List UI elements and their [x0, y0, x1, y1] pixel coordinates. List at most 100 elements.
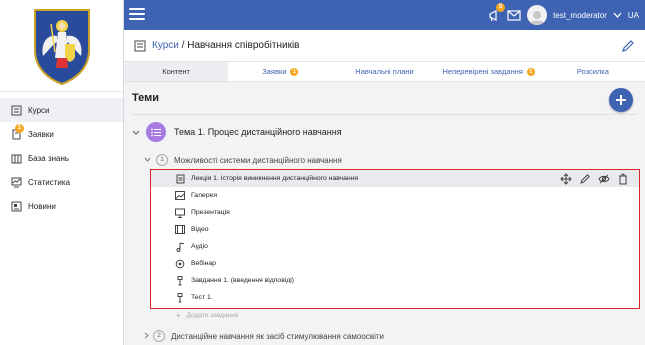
tab-label: Контент [162, 67, 190, 76]
tab-badge: 1 [290, 67, 299, 76]
hide-icon[interactable] [597, 172, 610, 185]
edit-icon[interactable] [578, 172, 591, 185]
list-item[interactable]: Вебінар [151, 255, 639, 272]
notifications-button[interactable]: 5 [487, 3, 506, 22]
lesson-label: Аудіо [191, 243, 208, 250]
mail-icon[interactable] [507, 9, 521, 21]
list-item[interactable]: Відео [151, 221, 639, 238]
sidebar-item-label: База знань [28, 153, 70, 163]
sidebar-item-label: Заявки [28, 129, 54, 139]
tab-label: Розсилка [576, 67, 609, 76]
list-item[interactable]: Тест 1. [151, 289, 639, 306]
list-item[interactable]: Аудіо [151, 238, 639, 255]
sidebar-item-statistics[interactable]: Статистика [0, 170, 123, 194]
lesson-label: Вебінар [191, 260, 216, 267]
topbar-user-area: 5 test_moderator UA [481, 0, 639, 30]
move-icon[interactable] [559, 172, 572, 185]
menu-icon[interactable] [128, 5, 146, 23]
statistics-icon [10, 176, 22, 188]
webinar-icon [175, 259, 185, 269]
tab-badge: 1 [526, 67, 535, 76]
tab-study-plans[interactable]: Навчальні плани [332, 62, 436, 81]
sidebar-item-label: Статистика [28, 177, 71, 187]
lessons-list: Лекція 1. Історія виникнення дистанційно… [150, 169, 640, 309]
user-icon [529, 11, 546, 25]
courses-icon [10, 104, 22, 116]
tab-label: Заявки [262, 67, 287, 76]
sidebar-item-requests[interactable]: 1 Заявки [0, 122, 123, 146]
sidebar: Курси 1 Заявки База знань Статистика Нов… [0, 0, 124, 345]
module-number: 2 [153, 330, 165, 342]
list-item[interactable]: Галерея [151, 187, 639, 204]
add-task-button[interactable]: + Додати завдання [176, 311, 238, 320]
chevron-down-icon[interactable] [144, 157, 152, 164]
chevron-down-icon[interactable] [132, 128, 142, 137]
lesson-label: Тест 1. [191, 294, 213, 301]
edit-course-icon[interactable] [621, 39, 635, 53]
sidebar-item-knowledge-base[interactable]: База знань [0, 146, 123, 170]
audio-icon [175, 242, 185, 252]
sidebar-nav: Курси 1 Заявки База знань Статистика Нов… [0, 98, 123, 218]
lesson-label: Завдання 1. (введення відповіді) [191, 277, 295, 284]
tab-requests[interactable]: Заявки 1 [228, 62, 332, 81]
module-number: 1 [156, 154, 168, 166]
plus-icon [616, 95, 626, 105]
language-switch[interactable]: UA [628, 11, 639, 20]
module-title: Можливості системи дистанційного навчанн… [174, 155, 342, 165]
tab-mailing[interactable]: Розсилка [541, 62, 645, 81]
plus-icon: + [176, 311, 181, 320]
news-icon [10, 200, 22, 212]
list-item[interactable]: Завдання 1. (введення відповіді) [151, 272, 639, 289]
sidebar-item-news[interactable]: Новини [0, 194, 123, 218]
kyiv-coat-of-arms-icon [34, 8, 90, 85]
lesson-actions [553, 172, 629, 185]
sidebar-item-label: Курси [28, 105, 50, 115]
add-task-label: Додати завдання [186, 312, 239, 319]
module-row[interactable]: 1 Можливості системи дистанційного навча… [144, 154, 342, 166]
page-title: Навчання співробітників [187, 40, 300, 51]
gallery-icon [175, 191, 185, 201]
trash-icon[interactable] [616, 172, 629, 185]
add-topic-button[interactable] [609, 88, 633, 112]
tab-label: Неперевірені завдання [442, 67, 523, 76]
knowledge-base-icon [10, 152, 22, 164]
topic-row[interactable]: Тема 1. Процес дистанційного навчання [132, 122, 342, 142]
logo[interactable] [0, 0, 124, 92]
course-icon [134, 40, 146, 51]
task-icon [175, 275, 185, 286]
list-icon [146, 122, 166, 142]
breadcrumb: Курси / Навчання співробітників [152, 40, 300, 51]
breadcrumb-courses-link[interactable]: Курси [152, 40, 179, 51]
tabs: Контент Заявки 1 Навчальні плани Непереві… [124, 62, 645, 82]
module-row[interactable]: 2 Дистанційне навчання як засіб стимулюв… [144, 330, 384, 342]
lecture-icon [175, 174, 185, 184]
topic-title: Тема 1. Процес дистанційного навчання [174, 127, 342, 137]
notification-badge: 5 [496, 3, 506, 12]
avatar[interactable] [527, 5, 548, 25]
sidebar-item-courses[interactable]: Курси [0, 98, 123, 122]
list-item[interactable]: Презентація [151, 204, 639, 221]
topbar: 5 test_moderator UA [124, 0, 645, 30]
presentation-icon [175, 208, 185, 218]
tab-unchecked-tasks[interactable]: Неперевірені завдання 1 [437, 62, 541, 81]
lesson-label: Галерея [191, 192, 218, 199]
tab-label: Навчальні плани [355, 67, 414, 76]
divider [132, 114, 637, 115]
module-title: Дистанційне навчання як засіб стимулюван… [171, 331, 384, 341]
tab-content[interactable]: Контент [124, 62, 229, 81]
section-title: Теми [132, 92, 160, 104]
chevron-down-icon[interactable] [613, 12, 622, 18]
video-icon [175, 225, 185, 235]
breadcrumb-separator: / [178, 40, 188, 51]
lesson-label: Лекція 1. Історія виникнення дистанційно… [191, 175, 359, 182]
sidebar-item-label: Новини [28, 201, 56, 211]
test-icon [175, 292, 185, 303]
chevron-right-icon[interactable] [144, 332, 149, 341]
list-item[interactable]: Лекція 1. Історія виникнення дистанційно… [151, 170, 639, 187]
lesson-label: Відео [191, 226, 209, 233]
lesson-label: Презентація [191, 209, 230, 216]
requests-badge: 1 [15, 124, 24, 133]
main-content: Теми Тема 1. Процес дистанційного навчан… [124, 82, 645, 345]
page-header: Курси / Навчання співробітників [124, 30, 645, 62]
username[interactable]: test_moderator [553, 11, 607, 20]
